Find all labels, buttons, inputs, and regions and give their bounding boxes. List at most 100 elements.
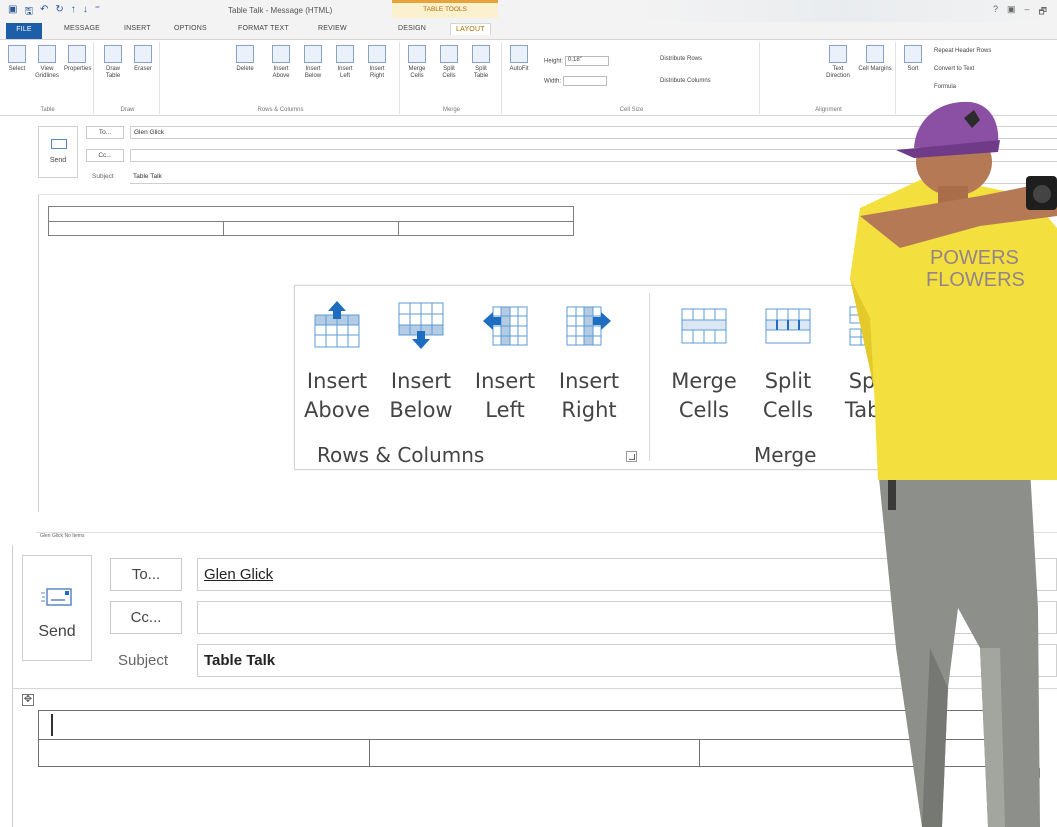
select-button[interactable]: Select <box>4 45 30 73</box>
tab-layout[interactable]: LAYOUT <box>450 23 491 35</box>
window-controls: ? ▣ – 🗗 <box>993 4 1047 20</box>
send-button-small[interactable]: Send <box>38 126 78 178</box>
ribbon-group-rows-columns: Delete Insert Above Insert Below Insert … <box>162 42 400 114</box>
qat-customize-icon[interactable]: ⁼ <box>95 4 100 21</box>
group-name-draw: Draw <box>120 107 135 113</box>
tab-format-text[interactable]: FORMAT TEXT <box>238 25 289 32</box>
cc-button-small[interactable]: Cc... <box>86 149 124 162</box>
insert-above-button[interactable]: Insert Above <box>297 301 377 425</box>
restore-icon[interactable]: 🗗 <box>1039 4 1047 20</box>
eraser-button[interactable]: Eraser <box>130 45 156 73</box>
repeat-header-rows-button[interactable]: Repeat Header Rows <box>934 48 991 54</box>
tab-file[interactable]: FILE <box>6 23 42 39</box>
dialog-launcher-icon[interactable] <box>626 451 637 462</box>
column-divider <box>699 739 700 766</box>
draw-table-icon <box>104 45 122 63</box>
split-cells-button-small[interactable]: Split Cells <box>436 45 462 80</box>
autofit-button[interactable]: AutoFit <box>506 45 532 73</box>
insert-left-button-small[interactable]: Insert Left <box>332 45 358 80</box>
cc-button[interactable]: Cc... <box>110 601 182 634</box>
insert-left-button[interactable]: Insert Left <box>465 301 545 425</box>
tab-options[interactable]: OPTIONS <box>174 25 207 32</box>
delete-button[interactable]: Delete <box>232 45 258 73</box>
screenshot-root: ▣ 🖫 ↶ ↻ ↑ ↓ ⁼ Table Talk - Message (HTML… <box>0 0 1057 827</box>
split-table-button-small[interactable]: Split Table <box>468 45 494 80</box>
insert-below-button[interactable]: Insert Below <box>381 301 461 425</box>
insert-right-icon <box>368 45 386 63</box>
ribbon-group-merge: Merge Cells Split Cells Split Table Merg… <box>402 42 502 114</box>
insert-right-button-small[interactable]: Insert Right <box>364 45 390 80</box>
ribbon-zoom-callout: Insert Above Insert Below Insert Left In… <box>294 285 922 470</box>
to-button[interactable]: To... <box>110 558 182 591</box>
redo-icon[interactable]: ↻ <box>55 4 63 21</box>
up-arrow-icon[interactable]: ↑ <box>71 4 76 21</box>
merge-cells-button-small[interactable]: Merge Cells <box>404 45 430 80</box>
ribbon-tabs: FILE MESSAGE INSERT OPTIONS FORMAT TEXT … <box>0 22 1057 40</box>
draw-table-button[interactable]: Draw Table <box>100 45 126 80</box>
split-cells-icon <box>765 308 811 344</box>
insert-right-button[interactable]: Insert Right <box>549 301 629 425</box>
convert-to-text-button[interactable]: Convert to Text <box>934 66 974 72</box>
tab-design[interactable]: DESIGN <box>398 25 426 32</box>
subject-label-small: Subject <box>92 173 114 180</box>
insert-below-button-small[interactable]: Insert Below <box>300 45 326 80</box>
sort-button[interactable]: Sort <box>900 45 926 73</box>
ribbon-group-draw: Draw Table Eraser Draw <box>96 42 160 114</box>
send-envelope-icon <box>41 588 72 606</box>
down-arrow-icon[interactable]: ↓ <box>83 4 88 21</box>
recipient-name[interactable]: Glen Glick <box>204 566 273 583</box>
distribute-columns-button[interactable]: Distribute Columns <box>660 78 711 84</box>
width-input[interactable] <box>563 76 608 86</box>
table-small[interactable] <box>48 206 574 236</box>
height-control[interactable]: Height: 0.18" <box>544 56 610 66</box>
column-divider <box>369 739 370 766</box>
gridlines-icon <box>38 45 56 63</box>
table-tools-context-label: TABLE TOOLS <box>392 0 498 18</box>
merge-cells-button[interactable]: Merge Cells <box>664 301 744 425</box>
tab-message[interactable]: MESSAGE <box>64 25 100 32</box>
sort-icon <box>904 45 922 63</box>
delete-icon <box>236 45 254 63</box>
send-envelope-icon <box>51 139 67 149</box>
properties-icon <box>68 45 86 63</box>
width-control[interactable]: Width: <box>544 76 608 86</box>
properties-button[interactable]: Properties <box>64 45 91 73</box>
group-name-rows-columns: Rows & Columns <box>257 107 304 113</box>
outlook-icon: ▣ <box>8 4 18 15</box>
text-direction-button[interactable]: Text Direction <box>820 45 856 80</box>
window-title: Table Talk - Message (HTML) <box>228 6 333 15</box>
tab-insert[interactable]: INSERT <box>124 25 151 32</box>
group-name-table: Table <box>40 107 55 113</box>
help-icon[interactable]: ? <box>993 4 998 20</box>
select-icon <box>8 45 26 63</box>
split-cells-icon <box>440 45 458 63</box>
split-cells-button[interactable]: Split Cells <box>748 301 828 425</box>
group-name-merge: Merge <box>442 107 460 113</box>
cell-margins-button[interactable]: Cell Margins <box>858 45 892 73</box>
save-icon[interactable]: 🖫 <box>24 4 33 21</box>
insert-left-icon <box>483 306 528 346</box>
tab-review[interactable]: REVIEW <box>318 25 347 32</box>
undo-icon[interactable]: ↶ <box>40 4 48 21</box>
send-button[interactable]: Send <box>22 555 92 661</box>
to-button-small[interactable]: To... <box>86 126 124 139</box>
ribbon-display-icon[interactable]: ▣ <box>1007 4 1016 20</box>
text-direction-icon <box>829 45 847 63</box>
svg-text:POWERS: POWERS <box>930 247 1019 269</box>
group-name-cell-size: Cell Size <box>619 107 644 113</box>
insert-above-button-small[interactable]: Insert Above <box>268 45 294 80</box>
minimize-icon[interactable]: – <box>1025 4 1030 20</box>
insert-right-icon <box>566 306 611 346</box>
table-move-handle-icon[interactable]: ✥ <box>22 694 34 706</box>
eraser-icon <box>134 45 152 63</box>
text-cursor <box>51 714 53 736</box>
insert-below-icon <box>304 45 322 63</box>
view-gridlines-button[interactable]: View Gridlines <box>34 45 60 80</box>
svg-text:FLOWERS: FLOWERS <box>926 269 1025 291</box>
cell-margins-icon <box>866 45 884 63</box>
photographer-image: POWERS FLOWERS <box>850 101 1057 827</box>
distribute-rows-button[interactable]: Distribute Rows <box>660 56 702 62</box>
height-input[interactable]: 0.18" <box>565 56 610 66</box>
insert-above-icon <box>272 45 290 63</box>
group-separator <box>649 293 650 461</box>
